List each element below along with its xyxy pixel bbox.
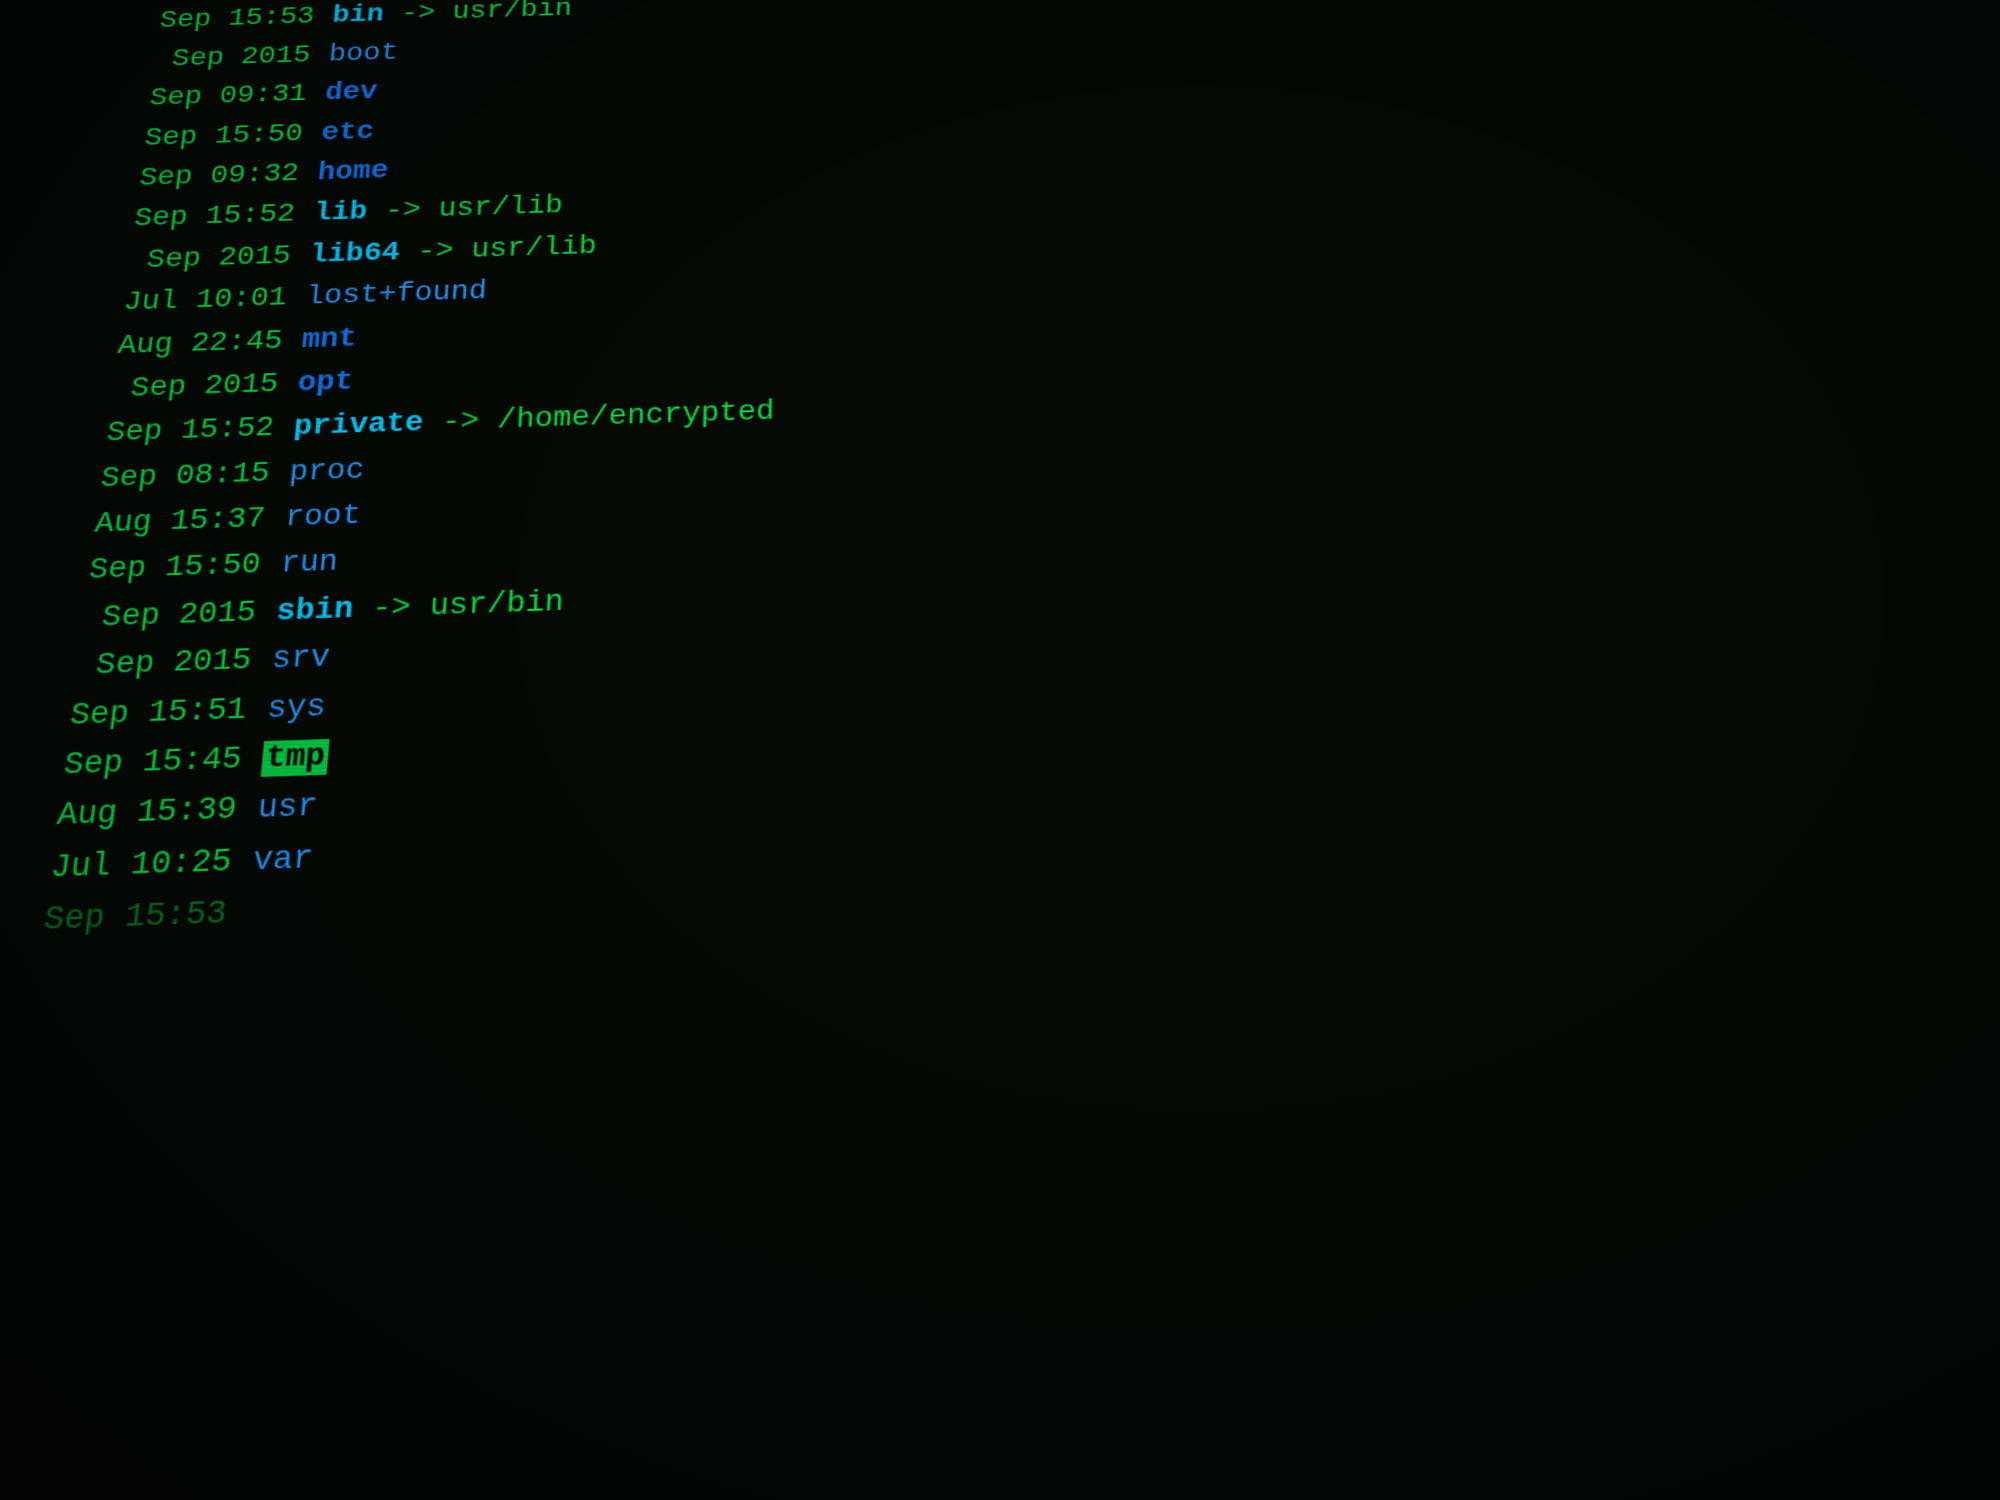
dir-name: mnt: [300, 323, 357, 356]
dir-name: private: [292, 408, 424, 444]
dir-name: var: [251, 841, 314, 880]
line-right: lost+found: [304, 271, 488, 319]
line-right: sbin -> usr/bin: [274, 579, 565, 636]
terminal-screen: .. Sep 15:53 bin -> usr/bin Sep 2015 boo…: [0, 0, 2000, 1500]
line-right: run: [279, 540, 340, 589]
line-right: mnt: [300, 317, 359, 362]
dir-name: boot: [327, 39, 398, 69]
line-left: Sep 15:53: [0, 888, 250, 959]
line-right: sys: [265, 683, 328, 734]
dir-name: home: [316, 157, 389, 188]
arrow-target: -> usr/lib: [416, 232, 597, 267]
line-right: home: [316, 151, 390, 194]
dir-name: bin: [331, 1, 385, 30]
dir-name: srv: [270, 641, 331, 678]
line-right: etc: [320, 112, 376, 153]
line-right: root: [283, 493, 362, 542]
line-right: tmp: [260, 732, 331, 784]
arrow-target: -> usr/bin: [371, 586, 564, 626]
terminal-content: .. Sep 15:53 bin -> usr/bin Sep 2015 boo…: [0, 0, 2000, 959]
line-right: var: [250, 834, 315, 888]
dir-name: opt: [296, 366, 354, 399]
dir-name: dev: [324, 78, 379, 108]
line-right: boot: [327, 34, 399, 75]
dir-name-highlighted: tmp: [261, 739, 330, 777]
line-right: usr: [255, 782, 319, 835]
dir-name: sbin: [275, 593, 355, 630]
dir-name: etc: [320, 117, 375, 147]
dir-name: usr: [256, 789, 319, 828]
dir-name: root: [284, 500, 362, 535]
line-right: srv: [269, 634, 331, 684]
arrow-target: -> usr/lib: [384, 192, 564, 227]
line-right: proc: [287, 448, 366, 496]
dir-name: lost+found: [305, 277, 488, 313]
dir-name: sys: [265, 690, 327, 727]
dir-name: lib: [312, 198, 368, 229]
dir-name: proc: [288, 454, 366, 489]
dir-name: run: [279, 546, 339, 581]
line-right: opt: [296, 360, 355, 406]
arrow-target: -> /home/encrypted: [441, 396, 775, 439]
line-right: dev: [323, 73, 379, 114]
arrow-target: -> usr/bin: [400, 0, 573, 28]
dir-name: lib64: [308, 238, 400, 271]
